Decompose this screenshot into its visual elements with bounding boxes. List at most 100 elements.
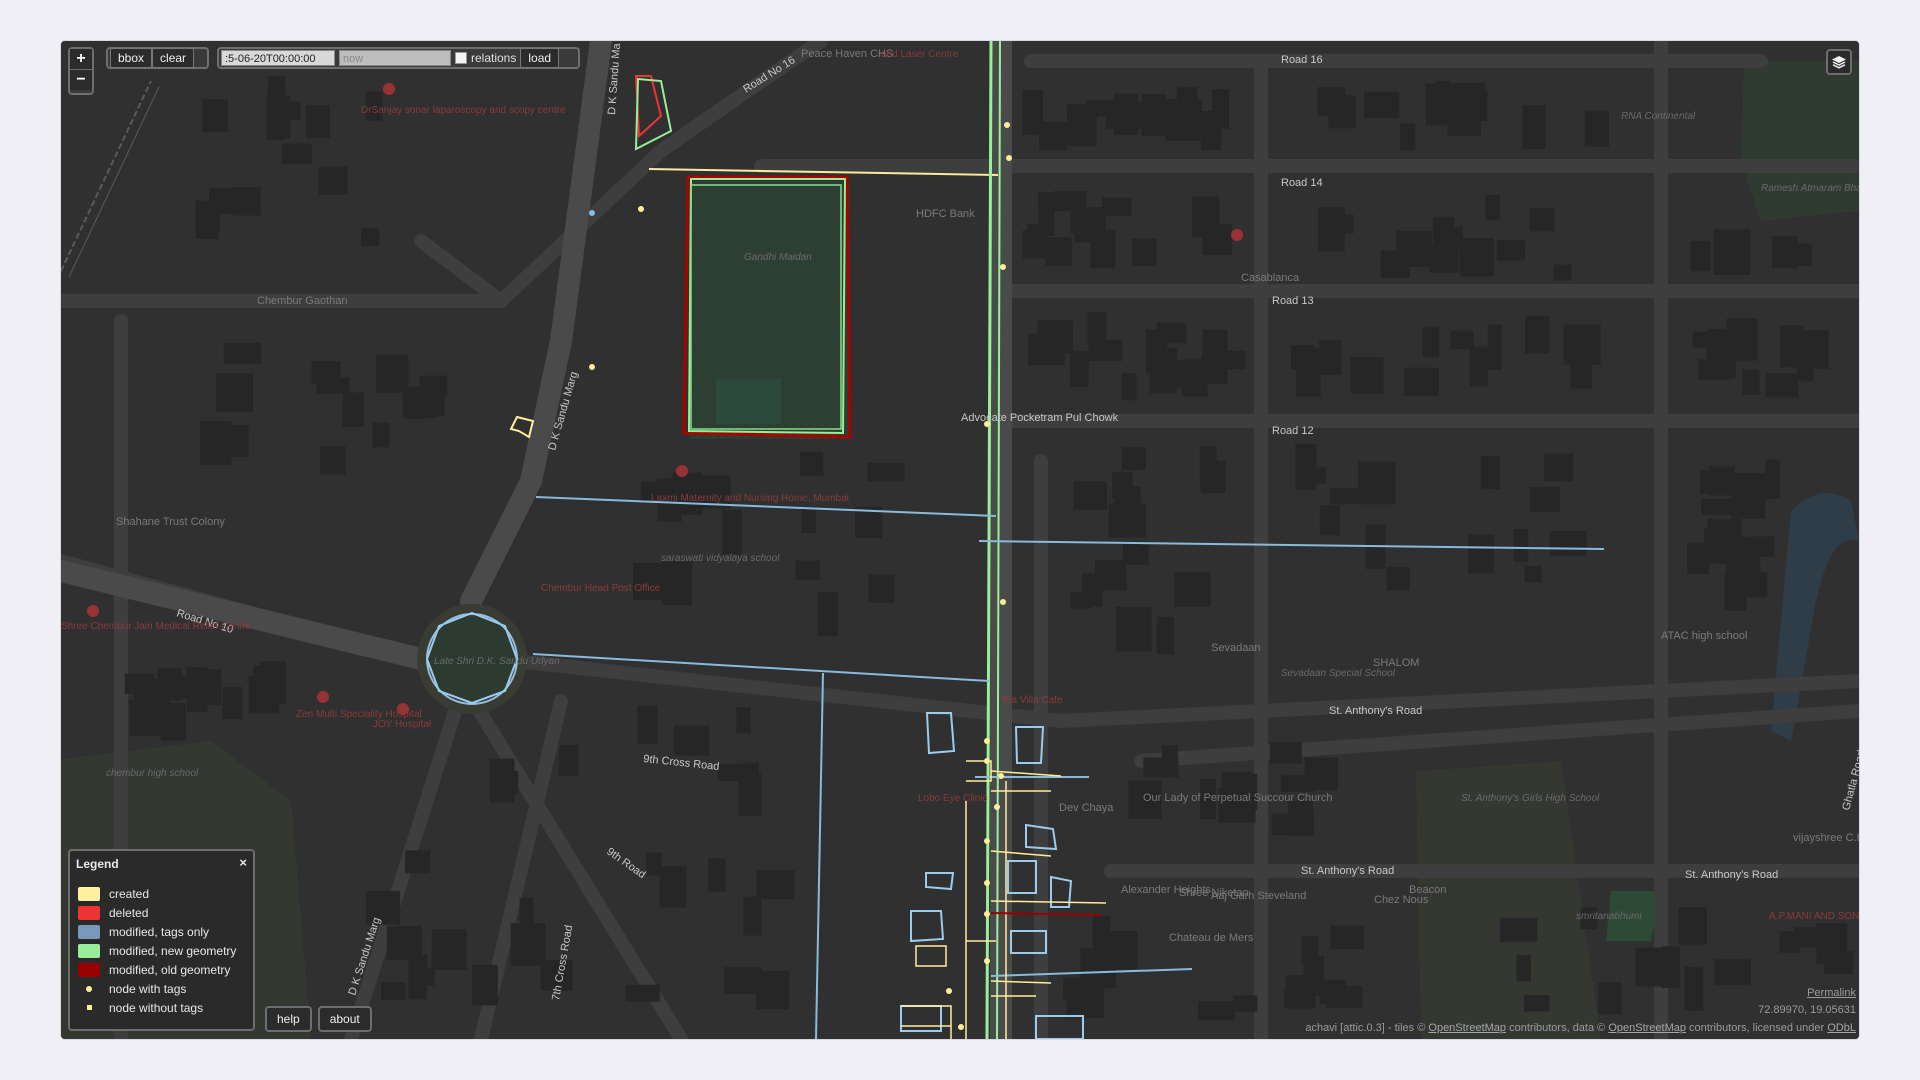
label-st-anthony-road: St. Anthony's Road	[1329, 705, 1422, 717]
building-block	[222, 686, 243, 720]
building-block	[1530, 487, 1561, 512]
building-block	[1082, 573, 1103, 607]
building-block	[1122, 447, 1146, 470]
building-block	[1563, 324, 1601, 365]
building-block	[1112, 471, 1133, 499]
building-block	[867, 462, 905, 482]
label-sevadaan: Sevadaan	[1211, 642, 1261, 654]
building-block	[1295, 443, 1317, 490]
label-st-anthony-road3: St. Anthony's Road	[1685, 869, 1778, 881]
attribution-suffix: contributors, licensed under	[1689, 1022, 1825, 1034]
building-block	[160, 702, 186, 741]
bbox-toolbar: bbox clear	[106, 47, 209, 69]
building-block	[361, 228, 380, 246]
building-block	[223, 342, 262, 365]
building-block	[722, 509, 742, 555]
building-block	[195, 669, 222, 705]
building-block	[756, 870, 795, 900]
building-block	[1480, 456, 1501, 490]
building-block	[1570, 361, 1592, 389]
clear-button[interactable]: clear	[152, 48, 195, 68]
building-block	[1435, 81, 1450, 112]
building-block	[1233, 995, 1258, 1012]
building-block	[1322, 217, 1340, 244]
permalink-link[interactable]: Permalink	[1807, 987, 1856, 999]
building-block	[1070, 351, 1089, 387]
legend-item-node-without-tags: node without tags	[76, 998, 247, 1017]
label-road13: Road 13	[1272, 295, 1314, 307]
label-ramesh: Ramesh Atmaram Bhau Ground	[1761, 183, 1859, 194]
legend-label: deleted	[109, 905, 149, 920]
building-block	[1067, 104, 1097, 147]
osm-data-link[interactable]: OpenStreetMap	[1608, 1022, 1686, 1034]
layer-switcher-button[interactable]	[1826, 49, 1852, 75]
building-block	[1319, 340, 1342, 375]
legend-item-old-geometry: modified, old geometry	[76, 960, 247, 979]
building-block	[1485, 195, 1500, 221]
zoom-out-button[interactable]: −	[70, 69, 92, 90]
label-our-lady: Our Lady of Perpetual Succour Church	[1143, 792, 1333, 804]
osm-tiles-link[interactable]: OpenStreetMap	[1428, 1022, 1506, 1034]
help-button[interactable]: help	[265, 1006, 312, 1032]
legend-item-new-geometry: modified, new geometry	[76, 941, 247, 960]
label-laxmi: Laxmi Maternity and Nursing Home, Mumbai	[651, 493, 849, 504]
building-block	[1450, 330, 1474, 350]
attribution-mid: contributors, data ©	[1509, 1022, 1606, 1034]
label-smritanabhumi: smritanabhumi	[1576, 911, 1642, 922]
building-block	[1496, 240, 1525, 261]
label-dev-chaya: Dev Chaya	[1059, 802, 1114, 814]
date-from-input[interactable]: :5-06-20T00:00:00	[221, 50, 335, 66]
building-block	[1742, 369, 1760, 395]
zoom-in-button[interactable]: +	[70, 49, 92, 69]
building-block	[1707, 328, 1738, 345]
building-block	[1690, 240, 1711, 272]
building-block	[1739, 572, 1768, 598]
building-block	[1199, 446, 1217, 485]
building-block	[1584, 110, 1609, 147]
building-block	[1269, 742, 1302, 764]
attribution: achavi [attic.0.3] - tiles © OpenStreetM…	[1305, 1022, 1856, 1034]
legend-swatch	[78, 962, 100, 977]
building-block	[1795, 243, 1813, 266]
building-block	[723, 967, 762, 995]
label-peace-haven: Peace Haven CHS	[801, 48, 893, 60]
building-block	[1765, 373, 1799, 398]
building-block	[232, 187, 261, 216]
relations-checkbox[interactable]	[455, 52, 467, 64]
bbox-button[interactable]: bbox	[110, 48, 153, 68]
building-block	[661, 561, 693, 606]
building-block	[1143, 757, 1179, 778]
building-block	[405, 401, 426, 419]
building-block	[1045, 237, 1073, 266]
building-block	[1088, 339, 1123, 361]
label-st-anthony-road2: St. Anthony's Road	[1301, 865, 1394, 877]
date-to-input[interactable]: now	[339, 50, 451, 66]
building-block	[281, 143, 312, 165]
building-block	[1108, 503, 1146, 538]
building-block	[133, 683, 163, 728]
label-shree-chembur: Shree Chembur Jain Medical Relief Centre	[61, 621, 252, 632]
building-block	[1102, 197, 1132, 217]
building-block	[405, 850, 431, 874]
label-road14: Road 14	[1281, 177, 1323, 189]
about-button[interactable]: about	[317, 1006, 372, 1032]
building-block	[1174, 572, 1211, 607]
building-block	[1468, 534, 1495, 574]
building-block	[1635, 947, 1667, 987]
building-block	[708, 858, 726, 892]
odbl-link[interactable]: ODbL	[1827, 1022, 1856, 1034]
legend-label: node without tags	[109, 1000, 204, 1015]
label-hdfc: HDFC Bank	[916, 208, 975, 220]
building-block	[270, 95, 291, 139]
building-block	[559, 744, 579, 777]
load-button[interactable]: load	[520, 48, 560, 68]
building-block	[868, 574, 895, 603]
legend-close-button[interactable]: ×	[239, 855, 247, 870]
map-canvas[interactable]: Road 16 Road 14 Road 13 Road 12 Road No …	[61, 41, 1859, 1039]
building-block	[259, 661, 286, 705]
legend-swatch	[78, 886, 100, 901]
building-block	[1524, 565, 1542, 583]
legend-item-tags-only: modified, tags only	[76, 922, 247, 941]
label-rna: RNA Continental	[1621, 111, 1696, 122]
building-block	[1364, 91, 1400, 118]
